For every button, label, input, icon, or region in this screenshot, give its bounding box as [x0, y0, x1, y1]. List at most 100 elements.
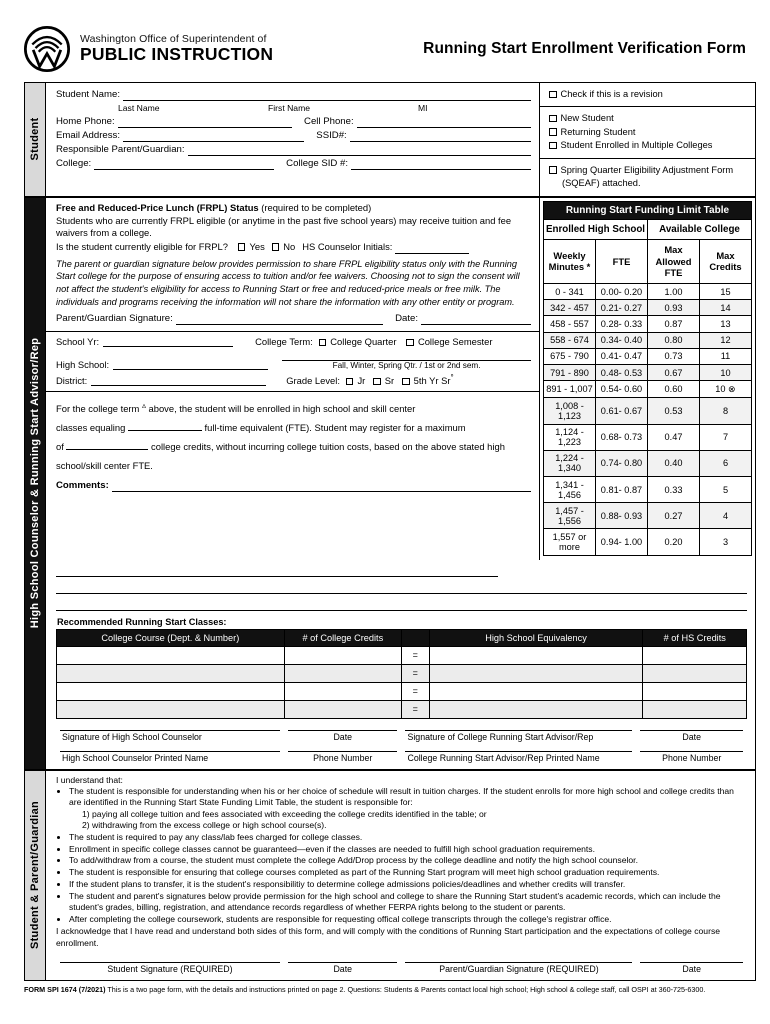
checkbox-icon-new-student[interactable] — [549, 114, 557, 123]
enrollment-line2-a: classes equaling — [56, 422, 126, 434]
grade-sr-option[interactable]: Sr — [373, 375, 394, 386]
final-signature-row: Student Signature (REQUIRED) Date Parent… — [56, 962, 747, 974]
table-row: = — [56, 645, 747, 665]
comment-line-1[interactable] — [56, 560, 499, 577]
student-section: Student Student Name: Last Name First Na… — [25, 83, 755, 198]
term-detail-input[interactable] — [282, 350, 531, 362]
bullet-4: To add/withdraw from a course, the stude… — [69, 855, 747, 866]
checkbox-icon-grade-sr[interactable] — [373, 377, 381, 386]
checkbox-row-revision[interactable]: Check if this is a revision — [549, 88, 749, 101]
cell-hs-equivalency[interactable] — [428, 681, 644, 701]
funding-cell-weekly-minutes: 891 - 1,007 — [543, 380, 596, 399]
cell-college-credits[interactable] — [283, 681, 402, 701]
cell-hs-equivalency[interactable] — [428, 645, 644, 665]
cell-hs-equivalency[interactable] — [428, 699, 644, 719]
cell-college-course[interactable] — [56, 645, 285, 665]
comments-input[interactable] — [111, 481, 531, 492]
sig-cell-hs-printed: High School Counselor Printed Name — [56, 750, 284, 763]
high-school-input[interactable] — [113, 359, 269, 371]
cell-college-course[interactable] — [56, 663, 285, 683]
cell-college-credits[interactable] — [283, 699, 402, 719]
checkbox-icon-college-quarter[interactable] — [318, 338, 327, 347]
college-term-label: College Term: — [255, 336, 313, 348]
funding-cell-weekly-minutes: 458 - 557 — [543, 315, 596, 333]
cell-hs-credits[interactable] — [642, 699, 747, 719]
max-credits-input[interactable] — [66, 448, 149, 450]
ssid-input[interactable] — [349, 131, 531, 142]
caption-first-name: First Name — [268, 103, 311, 113]
cell-college-course[interactable] — [56, 681, 285, 701]
term-quarter-option[interactable]: College Quarter — [318, 336, 396, 347]
funding-cell-fte: 0.81- 0.87 — [595, 475, 648, 504]
frpl-block: Free and Reduced-Price Lunch (FRPL) Stat… — [46, 198, 539, 333]
label-grade-jr: Jr — [357, 375, 366, 387]
guardian-label: Responsible Parent/Guardian: — [56, 144, 185, 155]
checkbox-icon-college-semester[interactable] — [406, 338, 414, 347]
funding-cell-fte: 0.68- 0.73 — [595, 423, 648, 451]
bullet-6: If the student plans to transfer, it is … — [69, 879, 747, 890]
funding-cell-max-credits: 7 — [699, 423, 752, 451]
cell-college-credits[interactable] — [283, 663, 402, 683]
frpl-no-option[interactable]: No — [271, 241, 295, 254]
cell-hs-credits[interactable] — [642, 681, 747, 701]
frpl-date-input[interactable] — [421, 314, 531, 326]
fte-input[interactable] — [127, 430, 202, 432]
form-page: Washington Office of Superintendent of P… — [0, 0, 770, 1024]
checkbox-row-new-student[interactable]: New Student — [549, 112, 749, 125]
guardian-input[interactable] — [187, 145, 531, 156]
label-grade-5th: 5th Yr Sr — [413, 375, 451, 387]
frpl-signature-input[interactable] — [175, 314, 384, 326]
cell-phone-input[interactable] — [356, 117, 531, 128]
counselor-initials-input[interactable] — [395, 243, 470, 254]
frpl-heading: Free and Reduced-Price Lunch (FRPL) Stat… — [56, 202, 531, 215]
district-label: District: — [56, 375, 88, 387]
sig-caption-phone-2: Phone Number — [662, 752, 722, 763]
checkbox-row-multiple-colleges[interactable]: Student Enrolled in Multiple Colleges — [549, 139, 749, 152]
checkbox-row-returning-student[interactable]: Returning Student — [549, 126, 749, 139]
label-new-student: New Student — [560, 113, 614, 124]
cell-college-course[interactable] — [56, 699, 285, 719]
district-input[interactable] — [91, 375, 267, 387]
checkbox-icon-grade-jr[interactable] — [345, 377, 354, 386]
grade-jr-option[interactable]: Jr — [345, 375, 366, 387]
frpl-yes-option[interactable]: Yes — [237, 241, 265, 254]
form-frame: Student Student Name: Last Name First Na… — [24, 82, 756, 982]
checkbox-icon-revision[interactable] — [549, 90, 557, 98]
college-input[interactable] — [94, 159, 275, 170]
frpl-consent-text: The parent or guardian signature below p… — [56, 258, 520, 308]
school-year-input[interactable] — [103, 336, 234, 348]
funding-table-row: 1,224 - 1,340 0.74- 0.80 0.40 6 — [543, 449, 752, 477]
cell-hs-credits[interactable] — [642, 645, 747, 665]
comment-line-3[interactable] — [56, 594, 747, 611]
frpl-body: Students who are currently FRPL eligible… — [56, 214, 512, 239]
checkbox-icon-frpl-no[interactable] — [271, 243, 280, 251]
funding-cell-max-allowed-fte: 0.33 — [647, 475, 700, 504]
cell-college-credits[interactable] — [283, 645, 402, 665]
funding-table-row: 1,124 - 1,223 0.68- 0.73 0.47 7 — [543, 423, 752, 451]
grade-5th-option[interactable]: 5th Yr Sr° — [402, 373, 454, 387]
college-sid-input[interactable] — [351, 159, 531, 170]
home-phone-input[interactable] — [117, 117, 293, 128]
checkbox-icon-sqeaf[interactable] — [549, 166, 557, 174]
sig-cell-phone-2: Phone Number — [636, 750, 747, 763]
classes-header-row: College Course (Dept. & Number) # of Col… — [56, 628, 747, 647]
checkbox-icon-returning-student[interactable] — [549, 128, 557, 136]
student-name-input[interactable] — [123, 90, 531, 101]
bullet-2: The student is required to pay any class… — [69, 832, 747, 843]
group-header-enrolled-hs: Enrolled High School — [543, 218, 648, 240]
cell-hs-credits[interactable] — [642, 663, 747, 683]
cell-hs-equivalency[interactable] — [428, 663, 644, 683]
sig-caption-hs-printed: High School Counselor Printed Name — [62, 752, 209, 763]
funding-cell-fte: 0.88- 0.93 — [595, 502, 648, 530]
email-input[interactable] — [123, 131, 305, 142]
college-row: College: College SID #: — [56, 158, 531, 170]
checkbox-row-sqeaf[interactable]: Spring Quarter Eligibility Adjustment Fo… — [549, 164, 749, 191]
checkbox-icon-grade-5th[interactable] — [402, 377, 410, 386]
signature-row-1: Signature of High School Counselor Date … — [56, 729, 747, 742]
term-semester-option[interactable]: College Semester — [406, 336, 492, 347]
comment-line-2[interactable] — [56, 577, 747, 594]
checkbox-icon-multiple-colleges[interactable] — [549, 141, 557, 150]
checkbox-icon-frpl-yes[interactable] — [237, 243, 246, 251]
comments-row: Comments: — [56, 480, 531, 492]
sig-caption-hs-counselor: Signature of High School Counselor — [62, 731, 202, 742]
